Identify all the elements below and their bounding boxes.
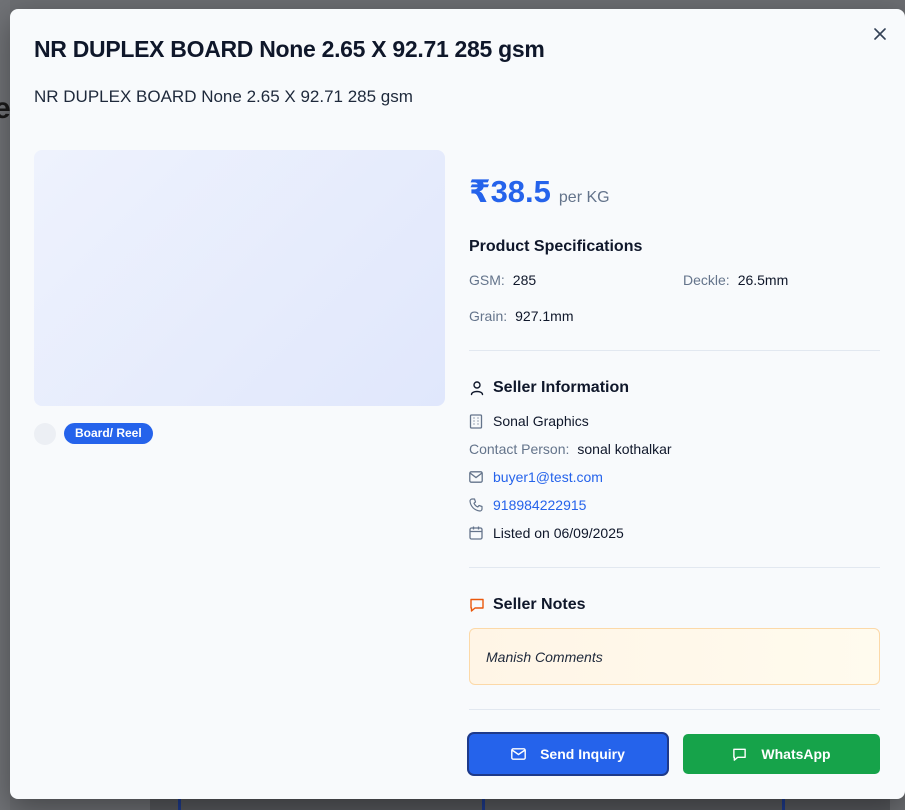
- seller-title: Seller Information: [493, 379, 630, 396]
- modal-title: NR DUPLEX BOARD None 2.65 X 92.71 285 gs…: [34, 36, 545, 62]
- seller-company-row: Sonal Graphics: [469, 413, 589, 429]
- specifications-heading: Product Specifications: [469, 238, 642, 256]
- divider: [469, 350, 880, 351]
- spec-grain-label: Grain:: [469, 308, 508, 324]
- seller-contact-row: Contact Person: sonal kothalkar: [469, 441, 672, 457]
- seller-phone-row: 918984222915: [469, 497, 586, 513]
- seller-notes-text: Manish Comments: [486, 648, 603, 665]
- modal-subtitle: NR DUPLEX BOARD None 2.65 X 92.71 285 gs…: [34, 87, 413, 106]
- seller-email-link[interactable]: buyer1@test.com: [493, 469, 603, 485]
- close-icon[interactable]: [874, 28, 886, 40]
- divider: [469, 567, 880, 568]
- category-badge: Board/ Reel: [64, 423, 153, 444]
- send-inquiry-label: Send Inquiry: [540, 746, 625, 762]
- background-footer: [150, 798, 890, 810]
- divider: [469, 709, 880, 710]
- background-mark: [482, 798, 485, 810]
- price-unit: per KG: [558, 189, 610, 206]
- send-inquiry-button[interactable]: Send Inquiry: [469, 734, 667, 774]
- spec-gsm-value: 285: [512, 272, 537, 288]
- seller-email-row: buyer1@test.com: [469, 469, 603, 485]
- seller-phone-link[interactable]: 918984222915: [493, 497, 586, 513]
- price-amount: ₹38.5: [469, 174, 551, 209]
- thumbnail-dot[interactable]: [34, 423, 56, 445]
- mail-icon: [469, 471, 483, 483]
- spec-gsm-label: GSM:: [469, 272, 505, 288]
- message-square-icon: [733, 748, 747, 761]
- spec-deckle-label: Deckle:: [683, 272, 730, 288]
- phone-icon: [469, 498, 483, 512]
- background-mark: [178, 798, 181, 810]
- building-icon: [469, 413, 483, 429]
- seller-heading: Seller Information: [469, 379, 629, 397]
- specifications-title: Product Specifications: [469, 238, 643, 255]
- message-square-icon: [470, 598, 484, 612]
- seller-listed-row: Listed on 06/09/2025: [469, 525, 624, 541]
- close-button[interactable]: [871, 25, 889, 43]
- seller-notes-box: Manish Comments: [469, 628, 880, 685]
- listed-date: Listed on 06/09/2025: [493, 525, 624, 541]
- spec-gsm: GSM: 285: [469, 272, 536, 288]
- notes-heading: Seller Notes: [469, 596, 585, 614]
- spec-grain-value: 927.1mm: [515, 308, 574, 324]
- product-image-placeholder: [34, 150, 445, 406]
- product-detail-modal: NR DUPLEX BOARD None 2.65 X 92.71 285 gs…: [10, 9, 905, 799]
- spec-deckle-value: 26.5mm: [737, 272, 789, 288]
- mail-icon: [511, 748, 526, 760]
- spec-deckle: Deckle: 26.5mm: [683, 272, 788, 288]
- notes-title: Seller Notes: [493, 596, 586, 613]
- spec-grain: Grain: 927.1mm: [469, 308, 573, 324]
- price-row: ₹38.5 per KG: [469, 174, 610, 210]
- background-mark: [782, 798, 785, 810]
- contact-person-value: sonal kothalkar: [577, 441, 672, 457]
- whatsapp-label: WhatsApp: [761, 746, 831, 762]
- user-icon: [470, 381, 484, 396]
- calendar-icon: [469, 526, 483, 540]
- seller-company: Sonal Graphics: [493, 413, 589, 429]
- contact-person-label: Contact Person:: [469, 441, 570, 457]
- whatsapp-button[interactable]: WhatsApp: [683, 734, 880, 774]
